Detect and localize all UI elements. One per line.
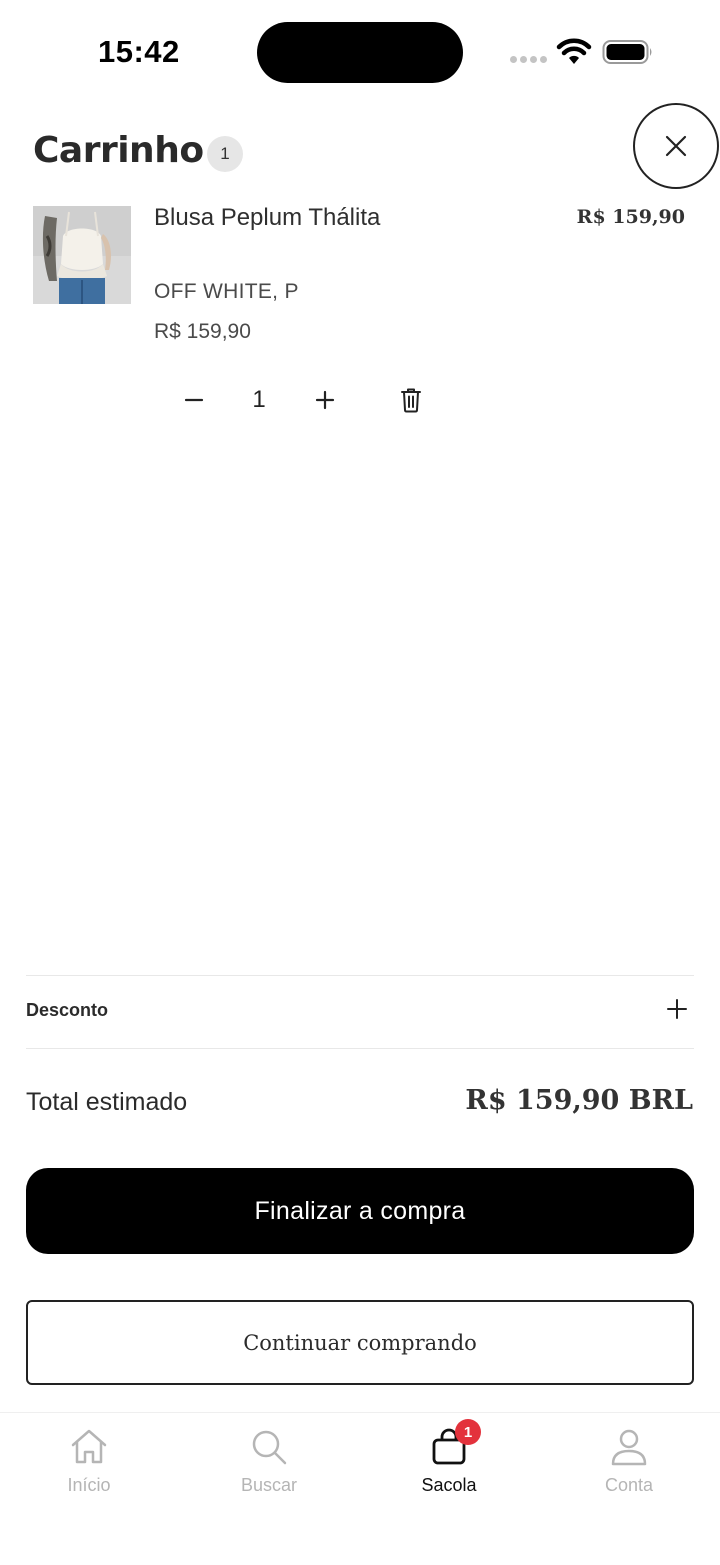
product-line-total: R$ 159,90 [576,206,685,228]
tab-home[interactable]: Início [29,1427,149,1507]
remove-item-button[interactable] [393,382,429,418]
bag-count-badge: 1 [455,1419,481,1445]
expand-discount-button[interactable] [662,994,692,1024]
discount-label: Desconto [26,1000,109,1020]
product-name[interactable]: Blusa Peplum Thálita [154,204,380,232]
increase-quantity-button[interactable] [307,382,343,418]
bag-icon-wrapper: 1 [429,1419,481,1467]
dynamic-island [257,22,463,83]
tab-account[interactable]: Conta [569,1427,689,1507]
status-bar: 15:42 [0,0,720,100]
user-icon [611,1429,647,1466]
minus-icon [184,398,204,402]
bottom-tab-bar: Início Buscar 1 Sacola Conta [0,1412,720,1565]
product-unit-price: R$ 159,90 [154,320,251,343]
status-time: 15:42 [98,34,180,69]
tab-label: Conta [604,1475,654,1495]
cellular-signal-icon [510,56,548,64]
tab-label: Início [67,1475,111,1495]
product-variant: OFF WHITE, P [154,280,299,303]
tab-label: Buscar [240,1475,298,1495]
tab-search[interactable]: Buscar [209,1427,329,1507]
home-icon [71,1429,107,1464]
product-photo [33,206,131,304]
battery-icon [602,40,652,64]
decrease-quantity-button[interactable] [176,382,212,418]
cart-count-badge: 1 [207,136,243,172]
close-icon [665,135,687,157]
search-icon [252,1430,287,1465]
divider [26,1048,694,1049]
total-value: R$ 159,90 BRL [465,1085,693,1116]
product-image[interactable] [33,206,131,304]
quantity-value[interactable]: 1 [244,386,274,414]
trash-icon [401,388,421,413]
plus-icon [667,999,687,1019]
wifi-icon [556,38,592,64]
tab-bag[interactable]: 1 Sacola [389,1419,509,1507]
tab-label: Sacola [421,1475,477,1495]
total-label: Total estimado [26,1088,188,1116]
close-button[interactable] [633,103,719,189]
discount-toggle[interactable]: Desconto [26,976,694,1048]
plus-icon [315,390,335,410]
continue-shopping-button[interactable]: Continuar comprando [26,1300,694,1385]
checkout-button[interactable]: Finalizar a compra [26,1168,694,1254]
page-title: Carrinho [33,130,204,171]
